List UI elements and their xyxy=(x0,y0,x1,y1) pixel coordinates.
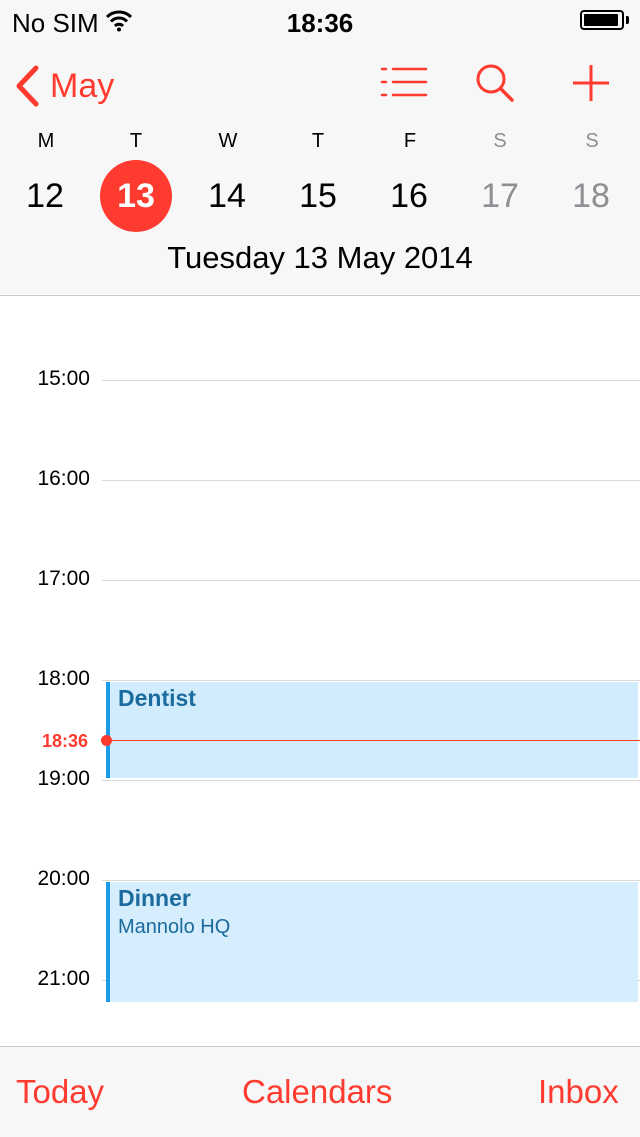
hour-line xyxy=(102,580,640,581)
calendar-header: No SIM 18:36 May M T W T F S S 12 13 14 … xyxy=(0,0,640,296)
hour-line xyxy=(102,780,640,781)
weekday-label: T xyxy=(129,130,143,152)
hour-label: 16:00 xyxy=(37,467,90,490)
hour-label: 15:00 xyxy=(37,367,90,390)
hour-line xyxy=(102,380,640,381)
back-button[interactable]: May xyxy=(14,64,114,108)
chevron-left-icon xyxy=(16,65,39,107)
current-time-line xyxy=(104,740,640,741)
list-icon[interactable] xyxy=(380,62,428,107)
inbox-button[interactable]: Inbox xyxy=(538,1073,619,1111)
day-timeline[interactable]: 15:00 16:00 17:00 18:00 19:00 20:00 21:0… xyxy=(0,296,640,1046)
date-cell[interactable]: 18 xyxy=(555,160,627,232)
event-dentist[interactable]: Dentist xyxy=(106,682,638,778)
date-cell[interactable]: 12 xyxy=(9,160,81,232)
status-time: 18:36 xyxy=(286,8,354,38)
weekday-label: S xyxy=(585,130,599,152)
search-icon[interactable] xyxy=(474,62,516,109)
hour-line xyxy=(102,880,640,881)
hour-label: 21:00 xyxy=(37,967,90,990)
event-dinner[interactable]: Dinner Mannolo HQ xyxy=(106,882,638,1002)
event-title: Dentist xyxy=(118,685,196,711)
hour-label: 19:00 xyxy=(37,767,90,790)
date-cell[interactable]: 15 xyxy=(282,160,354,232)
current-time-dot xyxy=(101,735,112,746)
event-location: Mannolo HQ xyxy=(118,916,231,938)
date-cell[interactable]: 14 xyxy=(191,160,263,232)
weekday-label: S xyxy=(493,130,507,152)
weekday-label: T xyxy=(311,130,325,152)
hour-label: 20:00 xyxy=(37,867,90,890)
battery-tip xyxy=(626,16,629,24)
back-button-label: May xyxy=(50,66,115,105)
weekday-label: W xyxy=(218,130,238,152)
hour-label: 17:00 xyxy=(37,567,90,590)
date-cell-selected[interactable]: 13 xyxy=(100,160,172,232)
event-title: Dinner xyxy=(118,885,191,911)
current-time-label: 18:36 xyxy=(41,731,88,751)
battery-icon xyxy=(580,10,624,30)
hour-label: 18:00 xyxy=(37,667,90,690)
selected-date-title: Tuesday 13 May 2014 xyxy=(167,240,473,275)
today-button[interactable]: Today xyxy=(16,1073,104,1111)
weekday-label: F xyxy=(403,130,417,152)
status-bar: No SIM 18:36 xyxy=(0,0,640,40)
date-cell[interactable]: 17 xyxy=(464,160,536,232)
calendars-button[interactable]: Calendars xyxy=(242,1073,392,1111)
add-icon[interactable] xyxy=(570,62,612,109)
date-cell[interactable]: 16 xyxy=(373,160,445,232)
bottom-toolbar: Today Calendars Inbox xyxy=(0,1046,640,1137)
hour-line xyxy=(102,680,640,681)
weekday-label: M xyxy=(37,130,55,152)
hour-line xyxy=(102,480,640,481)
